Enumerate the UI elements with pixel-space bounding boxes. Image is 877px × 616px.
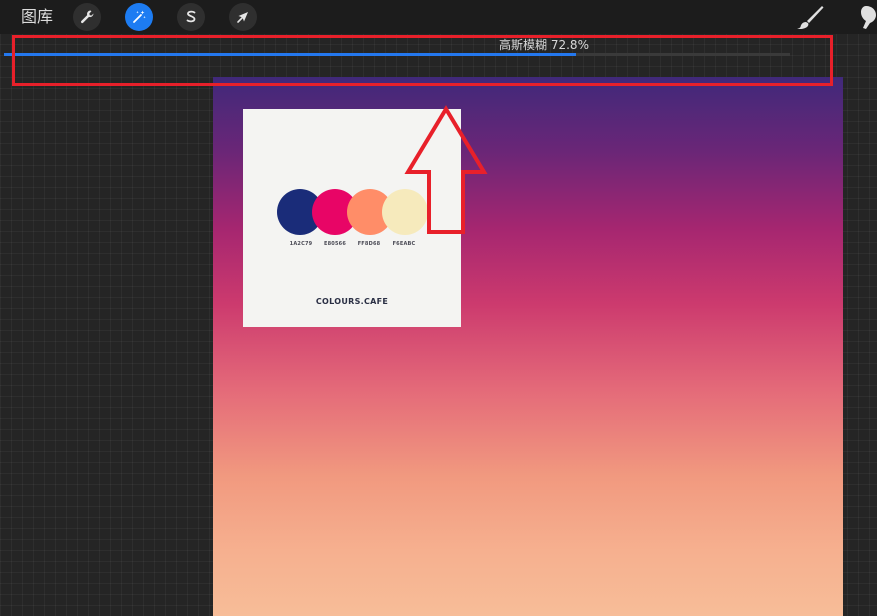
- smudge-icon[interactable]: [858, 4, 877, 30]
- color-palette-card: 1A2C79 E80566 FF8D68 F6EABC COLOURS.CAFE: [243, 109, 461, 327]
- arrow-cursor-icon: [237, 12, 248, 23]
- progress-fill: [4, 53, 577, 56]
- top-toolbar: 图库: [0, 0, 877, 34]
- brand-label: COLOURS.CAFE: [315, 297, 389, 306]
- brush-icon[interactable]: [795, 4, 825, 30]
- selection-button[interactable]: [177, 3, 205, 31]
- wrench-icon: [80, 10, 94, 24]
- adjustments-button[interactable]: [125, 3, 153, 31]
- selection-icon: [186, 10, 196, 23]
- swatch-code-4: F6EABC: [392, 241, 416, 247]
- gallery-button[interactable]: 图库: [21, 6, 53, 28]
- procreate-workspace: 图库 高斯模糊 72.8% 1A2C79 E80566 FF8D68 F6EAB…: [0, 0, 877, 616]
- transform-button[interactable]: [229, 3, 257, 31]
- swatch-code-3: FF8D68: [357, 241, 381, 247]
- progress-bar: [4, 53, 790, 56]
- swatch-4: [382, 189, 428, 235]
- progress-label: 高斯模糊 72.8%: [499, 38, 589, 52]
- actions-button[interactable]: [73, 3, 101, 31]
- magic-wand-icon: [133, 10, 146, 23]
